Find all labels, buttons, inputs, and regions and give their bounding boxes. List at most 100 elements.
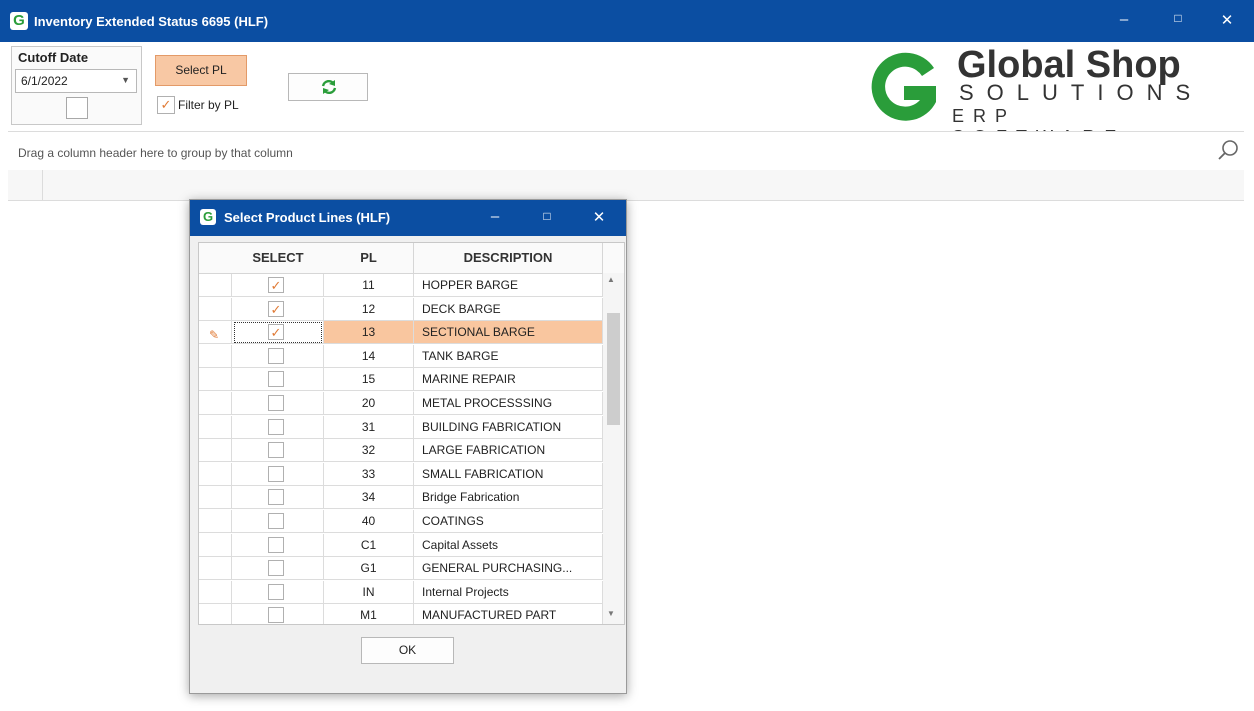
select-cell[interactable] <box>232 533 324 557</box>
description-cell[interactable]: SECTIONAL BARGE <box>414 321 603 345</box>
select-cell[interactable] <box>232 415 324 439</box>
description-cell[interactable]: Internal Projects <box>414 580 603 604</box>
select-checkbox[interactable]: ✓ <box>268 277 284 293</box>
cutoff-date-value: 6/1/2022 <box>21 74 68 88</box>
select-cell[interactable] <box>232 368 324 392</box>
select-checkbox[interactable] <box>268 442 284 459</box>
dialog-minimize-button[interactable]: – <box>480 208 510 225</box>
select-checkbox[interactable] <box>268 395 284 411</box>
dialog-maximize-button[interactable]: □ <box>532 209 562 223</box>
column-header-description[interactable]: DESCRIPTION <box>414 243 603 274</box>
pl-cell[interactable]: 13 <box>324 321 414 345</box>
select-cell[interactable]: ✓ <box>232 297 324 321</box>
table-row[interactable]: 33 SMALL FABRICATION <box>199 462 603 486</box>
pl-cell[interactable]: 33 <box>324 462 414 486</box>
refresh-button[interactable] <box>288 73 368 101</box>
scrollbar-thumb[interactable] <box>607 313 620 425</box>
select-cell[interactable] <box>232 580 324 604</box>
pl-cell[interactable]: 14 <box>324 344 414 368</box>
description-cell[interactable]: LARGE FABRICATION <box>414 439 603 463</box>
select-checkbox[interactable] <box>268 347 284 364</box>
pl-cell[interactable]: 32 <box>324 439 414 463</box>
dialog-logo-icon: G <box>200 209 216 225</box>
pl-cell[interactable]: IN <box>324 580 414 604</box>
dialog-close-button[interactable]: ✕ <box>584 208 614 226</box>
select-checkbox[interactable] <box>268 371 284 388</box>
select-checkbox[interactable] <box>268 465 284 482</box>
table-row[interactable]: IN Internal Projects <box>199 580 603 604</box>
description-cell[interactable]: MANUFACTURED PART <box>414 604 603 624</box>
select-cell[interactable] <box>232 604 324 624</box>
table-row[interactable]: 15 MARINE REPAIR <box>199 368 603 392</box>
column-header-select[interactable]: SELECT <box>232 243 325 274</box>
select-cell[interactable] <box>232 392 324 415</box>
select-checkbox[interactable] <box>268 418 284 435</box>
table-row[interactable]: 32 LARGE FABRICATION <box>199 439 603 463</box>
minimize-button[interactable]: – <box>1109 11 1139 28</box>
select-checkbox[interactable] <box>268 536 284 553</box>
table-row[interactable]: 14 TANK BARGE <box>199 344 603 368</box>
description-cell[interactable]: TANK BARGE <box>414 344 603 368</box>
table-row[interactable]: C1 Capital Assets <box>199 533 603 557</box>
pl-cell[interactable]: 40 <box>324 510 414 533</box>
select-cell[interactable]: ✓ <box>232 274 324 297</box>
select-pl-button[interactable]: Select PL <box>155 55 247 86</box>
select-checkbox[interactable] <box>268 583 284 600</box>
select-cell[interactable] <box>232 510 324 533</box>
pl-cell[interactable]: M1 <box>324 604 414 624</box>
maximize-button[interactable]: □ <box>1163 11 1193 25</box>
select-cell[interactable] <box>232 462 324 486</box>
description-cell[interactable]: METAL PROCESSSING <box>414 392 603 415</box>
pl-cell[interactable]: G1 <box>324 557 414 581</box>
description-cell[interactable]: Capital Assets <box>414 533 603 557</box>
table-row[interactable]: ✎ ✓ 13 SECTIONAL BARGE <box>199 321 603 345</box>
pl-cell[interactable]: 12 <box>324 297 414 321</box>
description-cell[interactable]: Bridge Fabrication <box>414 486 603 510</box>
select-checkbox[interactable] <box>268 513 284 529</box>
row-indicator <box>199 415 232 439</box>
description-cell[interactable]: DECK BARGE <box>414 297 603 321</box>
group-by-panel[interactable]: Drag a column header here to group by th… <box>8 131 1244 171</box>
table-row[interactable]: 20 METAL PROCESSSING <box>199 392 603 415</box>
select-checkbox[interactable] <box>268 560 284 577</box>
pencil-icon: ✎ <box>209 328 220 343</box>
ok-button[interactable]: OK <box>361 637 454 664</box>
pl-cell[interactable]: 11 <box>324 274 414 297</box>
table-row[interactable]: 40 COATINGS <box>199 510 603 533</box>
scroll-down-icon[interactable]: ▼ <box>607 609 615 618</box>
select-checkbox[interactable]: ✓ <box>268 300 284 317</box>
select-cell[interactable] <box>232 486 324 510</box>
vertical-scrollbar[interactable]: ▲ ▼ <box>603 273 624 624</box>
table-row[interactable]: 34 Bridge Fabrication <box>199 486 603 510</box>
select-cell[interactable] <box>232 557 324 581</box>
table-row[interactable]: 31 BUILDING FABRICATION <box>199 415 603 439</box>
pl-cell[interactable]: 34 <box>324 486 414 510</box>
description-cell[interactable]: HOPPER BARGE <box>414 274 603 297</box>
pl-cell[interactable]: C1 <box>324 533 414 557</box>
description-cell[interactable]: BUILDING FABRICATION <box>414 415 603 439</box>
pl-cell[interactable]: 20 <box>324 392 414 415</box>
pl-cell[interactable]: 15 <box>324 368 414 392</box>
select-cell[interactable]: ✓ <box>232 321 324 345</box>
description-cell[interactable]: SMALL FABRICATION <box>414 462 603 486</box>
description-cell[interactable]: COATINGS <box>414 510 603 533</box>
select-cell[interactable] <box>232 439 324 463</box>
table-row[interactable]: M1 MANUFACTURED PART <box>199 604 603 624</box>
filter-by-pl-checkbox[interactable]: ✓ <box>157 96 175 114</box>
select-cell[interactable] <box>232 344 324 368</box>
search-icon[interactable] <box>1216 138 1240 162</box>
table-row[interactable]: G1 GENERAL PURCHASING... <box>199 557 603 581</box>
global-shop-logo: Global Shop SOLUTIONS ERP SOFTWARE <box>862 44 1202 147</box>
select-checkbox[interactable] <box>268 607 284 624</box>
description-cell[interactable]: MARINE REPAIR <box>414 368 603 392</box>
cutoff-date-dropdown[interactable]: 6/1/2022 ▼ <box>15 69 137 93</box>
close-button[interactable]: ✕ <box>1212 11 1242 29</box>
cutoff-date-checkbox[interactable] <box>66 97 88 119</box>
pl-cell[interactable]: 31 <box>324 415 414 439</box>
scroll-up-icon[interactable]: ▲ <box>607 275 615 284</box>
column-header-pl[interactable]: PL <box>324 243 414 274</box>
description-cell[interactable]: GENERAL PURCHASING... <box>414 557 603 581</box>
table-row[interactable]: ✓ 12 DECK BARGE <box>199 297 603 321</box>
table-row[interactable]: ✓ 11 HOPPER BARGE <box>199 274 603 297</box>
select-checkbox[interactable] <box>268 489 284 506</box>
